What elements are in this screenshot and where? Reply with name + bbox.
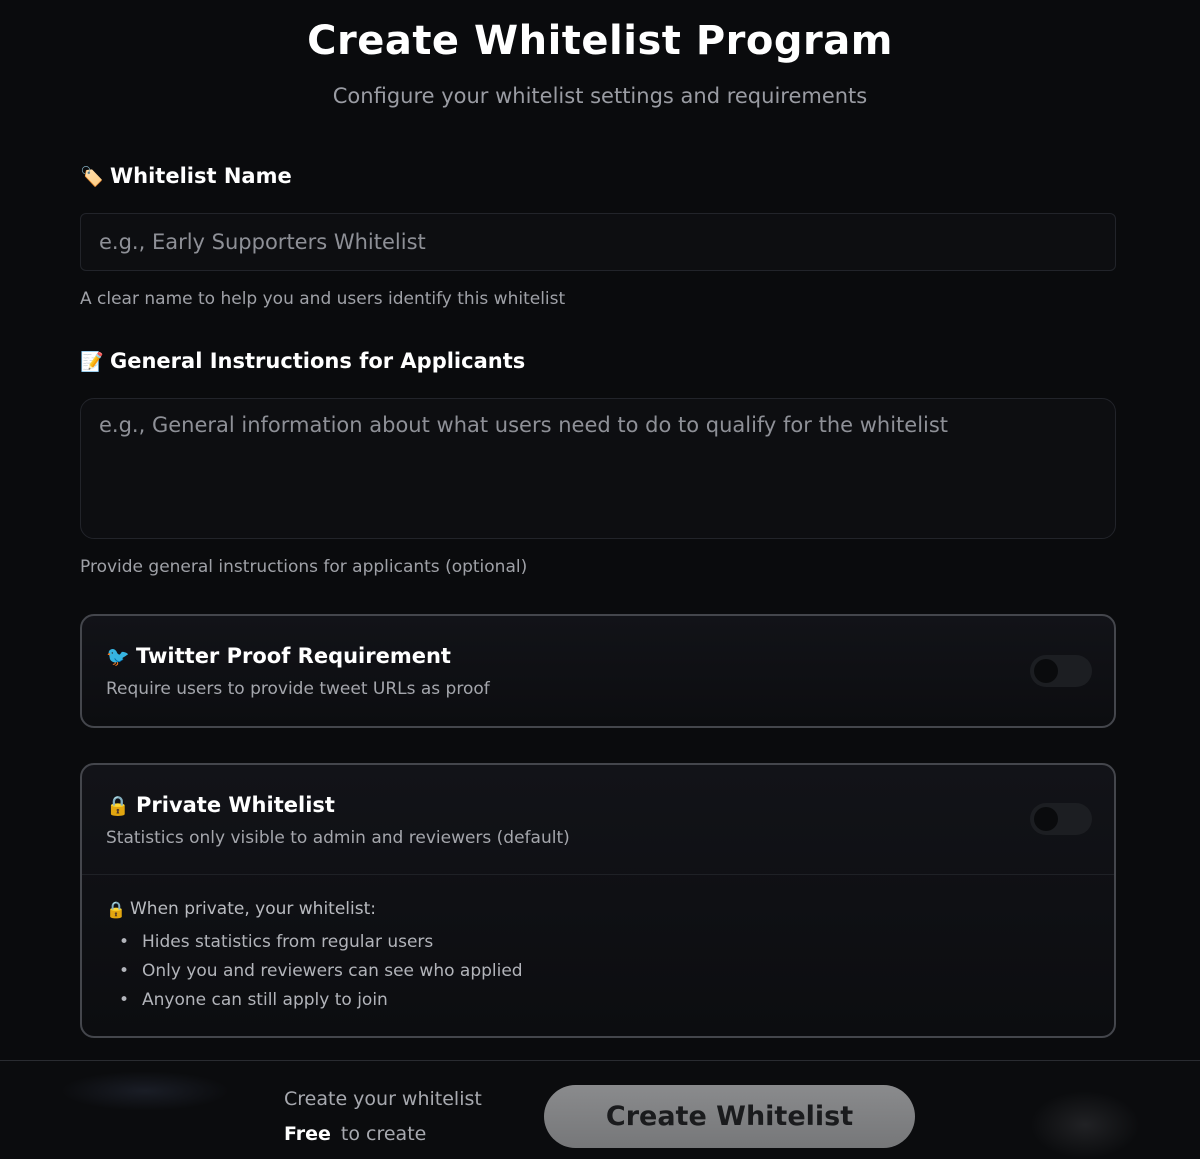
twitter-proof-title: 🐦 Twitter Proof Requirement	[106, 644, 451, 668]
twitter-proof-toggle[interactable]	[1030, 655, 1092, 687]
footer-bar: Create your whitelist Free to create Crea…	[0, 1060, 1200, 1159]
private-info-title: 🔒 When private, your whitelist:	[106, 899, 376, 919]
private-whitelist-title: 🔒 Private Whitelist	[106, 793, 335, 817]
private-whitelist-description: Statistics only visible to admin and rev…	[106, 828, 570, 848]
bird-icon: 🐦	[106, 645, 130, 668]
list-item: • Only you and reviewers can see who appl…	[118, 961, 523, 981]
footer-glow	[1030, 1091, 1140, 1159]
private-whitelist-card: 🔒 Private Whitelist Statistics only visi…	[80, 763, 1116, 1038]
instructions-label-text: General Instructions for Applicants	[110, 349, 526, 373]
list-item: • Hides statistics from regular users	[118, 932, 434, 952]
whitelist-name-label-text: Whitelist Name	[110, 164, 292, 188]
twitter-proof-title-text: Twitter Proof Requirement	[136, 644, 451, 668]
toggle-knob	[1034, 807, 1058, 831]
whitelist-name-help: A clear name to help you and users ident…	[80, 289, 566, 309]
create-whitelist-page: Create Whitelist Program Configure your …	[0, 0, 1200, 1159]
private-whitelist-title-text: Private Whitelist	[136, 793, 335, 817]
memo-icon: 📝	[80, 350, 104, 373]
instructions-help: Provide general instructions for applica…	[80, 557, 528, 577]
instructions-label: 📝 General Instructions for Applicants	[80, 349, 525, 373]
free-suffix: to create	[340, 1123, 427, 1145]
tag-icon: 🏷️	[80, 165, 104, 188]
private-info-list: • Hides statistics from regular users • On…	[106, 928, 523, 1015]
whitelist-name-label: 🏷️ Whitelist Name	[80, 164, 292, 188]
footer-price: Free to create	[284, 1123, 426, 1145]
card-divider	[82, 874, 1114, 875]
free-label: Free	[284, 1123, 331, 1145]
instructions-textarea[interactable]	[80, 398, 1116, 539]
twitter-proof-card: 🐦 Twitter Proof Requirement Require user…	[80, 614, 1116, 728]
list-item: • Anyone can still apply to join	[118, 990, 388, 1010]
lock-icon: 🔒	[106, 899, 126, 919]
footer-glow	[60, 1071, 230, 1111]
whitelist-name-input[interactable]	[80, 213, 1116, 271]
create-whitelist-button[interactable]: Create Whitelist	[544, 1085, 915, 1148]
private-info-title-text: When private, your whitelist:	[130, 899, 376, 919]
footer-caption: Create your whitelist	[284, 1088, 482, 1110]
page-title: Create Whitelist Program	[307, 18, 893, 64]
toggle-knob	[1034, 659, 1058, 683]
twitter-proof-description: Require users to provide tweet URLs as p…	[106, 679, 490, 699]
lock-icon: 🔒	[106, 794, 130, 817]
page-subtitle: Configure your whitelist settings and re…	[332, 84, 868, 108]
private-whitelist-toggle[interactable]	[1030, 803, 1092, 835]
